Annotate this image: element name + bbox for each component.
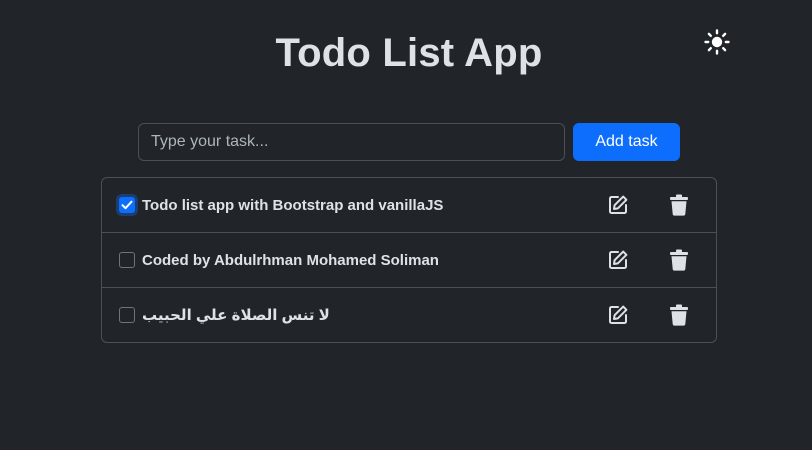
- task-text: لا تنس الصلاة علي الحبيب: [142, 307, 330, 324]
- edit-icon: [609, 305, 628, 324]
- checkmark-icon: [121, 200, 133, 210]
- task-text: Todo list app with Bootstrap and vanilla…: [142, 196, 444, 214]
- trash-icon: [670, 304, 688, 326]
- delete-task-button[interactable]: [667, 248, 691, 272]
- task-checkbox[interactable]: [119, 307, 135, 323]
- add-task-button[interactable]: Add task: [573, 123, 680, 161]
- task-row: لا تنس الصلاة علي الحبيب: [102, 287, 716, 342]
- page-title: Todo List App: [275, 31, 543, 75]
- edit-icon: [609, 250, 628, 269]
- edit-task-button[interactable]: [606, 303, 630, 327]
- delete-task-button[interactable]: [667, 193, 691, 217]
- task-input[interactable]: [138, 123, 565, 161]
- trash-icon: [670, 249, 688, 271]
- task-text: Coded by Abdulrhman Mohamed Soliman: [142, 251, 439, 269]
- edit-icon: [609, 195, 628, 214]
- trash-icon: [670, 194, 688, 216]
- task-row: Todo list app with Bootstrap and vanilla…: [102, 178, 716, 232]
- task-row: Coded by Abdulrhman Mohamed Soliman: [102, 232, 716, 287]
- task-checkbox[interactable]: [119, 197, 135, 213]
- task-checkbox[interactable]: [119, 252, 135, 268]
- delete-task-button[interactable]: [667, 303, 691, 327]
- edit-task-button[interactable]: [606, 193, 630, 217]
- task-list: Todo list app with Bootstrap and vanilla…: [101, 177, 717, 343]
- edit-task-button[interactable]: [606, 248, 630, 272]
